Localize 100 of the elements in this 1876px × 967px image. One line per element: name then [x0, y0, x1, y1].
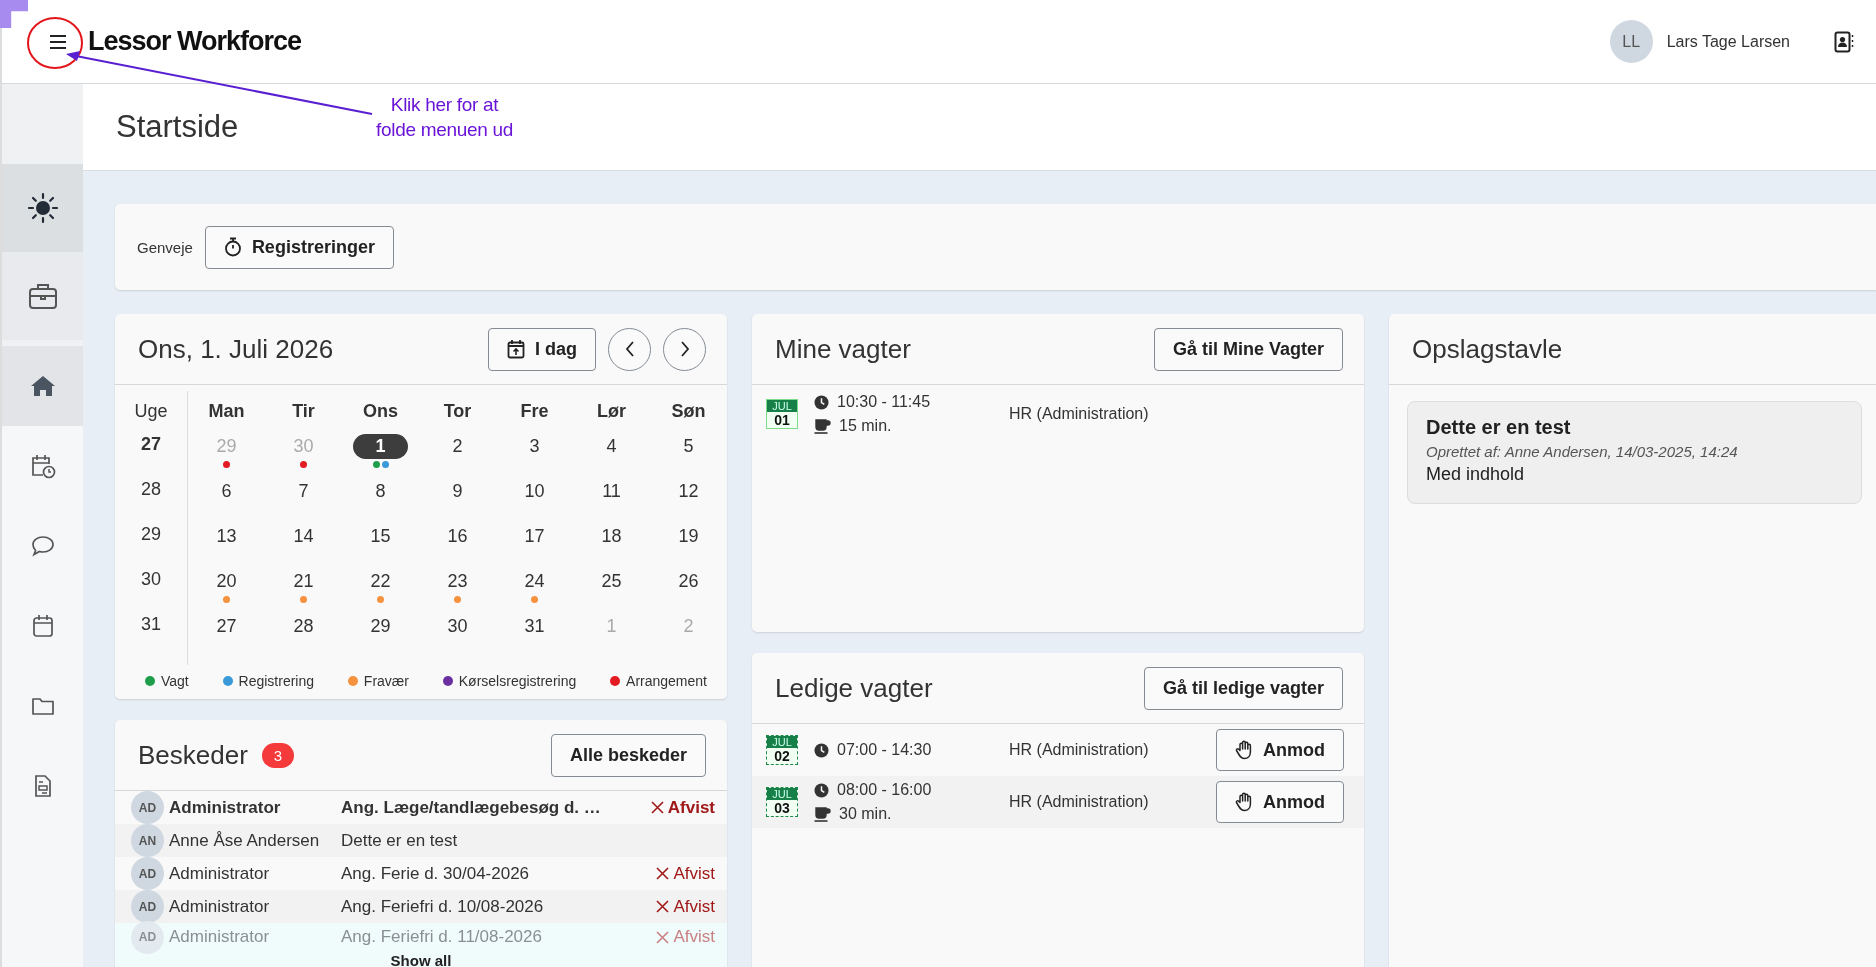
- request-button[interactable]: Anmod: [1216, 781, 1344, 823]
- calendar-day[interactable]: 20: [199, 569, 254, 594]
- date-badge: JUL 02: [766, 735, 798, 765]
- calendar-icon: [31, 614, 54, 638]
- shift-time: 08:00 - 16:00: [837, 781, 932, 799]
- week-number: 31: [141, 614, 161, 635]
- close-icon: [650, 801, 664, 814]
- sender-avatar: AD: [131, 890, 164, 923]
- break-duration: 30 min.: [839, 805, 892, 823]
- calendar-day[interactable]: 25: [584, 569, 639, 594]
- calendar-day[interactable]: 6: [199, 479, 254, 504]
- message-row[interactable]: AD Administrator Ang. Feriefri d. 10/08-2026 Afvist: [115, 890, 727, 923]
- calendar-day[interactable]: 8: [353, 479, 408, 504]
- calendar-day[interactable]: 1: [353, 434, 408, 459]
- sender-avatar: AD: [131, 857, 164, 890]
- calendar-day[interactable]: 10: [507, 479, 562, 504]
- chevron-right-icon: [679, 341, 690, 357]
- chevron-left-icon: [624, 341, 635, 357]
- calendar-day[interactable]: 16: [430, 524, 485, 549]
- home-icon: [29, 374, 56, 398]
- message-row[interactable]: AD Administrator Ang. Læge/tandlægebesøg d. … Afvist: [115, 791, 727, 824]
- open-shifts-title: Ledige vagter: [775, 672, 933, 704]
- calendar-day[interactable]: 15: [353, 524, 408, 549]
- sidebar-item[interactable]: [2, 346, 83, 426]
- calendar-day[interactable]: 12: [661, 479, 716, 504]
- chat-bubble-icon: [30, 535, 55, 557]
- calendar-day[interactable]: 29: [353, 614, 408, 639]
- message-subject: Ang. Ferie d. 30/04-2026: [341, 863, 531, 884]
- sender-name: Administrator: [169, 797, 282, 818]
- calendar-day[interactable]: 23: [430, 569, 485, 594]
- message-row[interactable]: AN Anne Åse Andersen Dette er en test: [115, 824, 727, 857]
- calendar-day[interactable]: 13: [199, 524, 254, 549]
- next-button[interactable]: [663, 327, 706, 371]
- calendar-day[interactable]: 18: [584, 524, 639, 549]
- highlight-circle: [27, 17, 83, 69]
- message-row[interactable]: AD Administrator Ang. Ferie d. 30/04-2026 Afvist: [115, 857, 727, 890]
- user-name[interactable]: Lars Tage Larsen: [1666, 32, 1790, 51]
- calendar-title: Ons, 1. Juli 2026: [138, 333, 334, 365]
- calendar-day[interactable]: 26: [661, 569, 716, 594]
- sender-avatar: AN: [131, 824, 164, 857]
- calendar-day[interactable]: 19: [661, 524, 716, 549]
- app-logo: Lessor Workforce: [88, 26, 302, 57]
- calendar-day[interactable]: 27: [199, 614, 254, 639]
- sender-avatar: AD: [131, 791, 164, 824]
- calendar-day[interactable]: 9: [430, 479, 485, 504]
- sidebar-item[interactable]: [2, 252, 83, 340]
- weekday-label: Tir: [291, 399, 316, 423]
- user-avatar[interactable]: LL: [1609, 20, 1653, 63]
- calendar-day[interactable]: 17: [507, 524, 562, 549]
- calendar-day[interactable]: 22: [353, 569, 408, 594]
- request-button[interactable]: Anmod: [1216, 729, 1344, 771]
- calendar-day[interactable]: 14: [276, 524, 331, 549]
- calendar-day[interactable]: 11: [584, 479, 639, 504]
- message-subject: Dette er en test: [341, 830, 459, 851]
- calendar-day[interactable]: 31: [507, 614, 562, 639]
- clock-icon: [814, 782, 829, 798]
- status-label: Afvist: [673, 927, 715, 947]
- page-title: Startside: [116, 109, 239, 145]
- show-all-link[interactable]: Show all: [390, 952, 452, 967]
- calendar-day[interactable]: 21: [276, 569, 331, 594]
- my-shifts-button[interactable]: Gå til Mine Vagter: [1153, 327, 1343, 371]
- calendar-day[interactable]: 5: [661, 434, 716, 459]
- calendar-day[interactable]: 28: [276, 614, 331, 639]
- sender-name: Anne Åse Andersen: [169, 830, 321, 851]
- open-shifts-button[interactable]: Gå til ledige vagter: [1143, 666, 1343, 710]
- unread-count-badge: 3: [261, 742, 295, 768]
- menu-icon: [48, 33, 68, 50]
- calendar-day[interactable]: 4: [584, 434, 639, 459]
- sender-name: Administrator: [169, 896, 271, 917]
- sun-icon: [26, 192, 59, 224]
- date-badge: JUL 03: [766, 787, 798, 817]
- briefcase-icon: [27, 282, 58, 310]
- sidebar-item[interactable]: [2, 164, 83, 252]
- calendar-day[interactable]: 30: [430, 614, 485, 639]
- week-number: 28: [141, 479, 161, 500]
- weekday-label: Ons: [362, 399, 399, 423]
- calendar-day[interactable]: 3: [507, 434, 562, 459]
- weekday-label: Fre: [519, 399, 550, 423]
- contact-card-icon[interactable]: [1834, 30, 1854, 53]
- message-subject: Ang. Feriefri d. 11/08-2026: [341, 927, 543, 947]
- post-title: Dette er en test: [1426, 416, 1572, 439]
- calendar-day[interactable]: 24: [507, 569, 562, 594]
- bulletin-post[interactable]: Dette er en test Oprettet af: Anne Andersen, 14/03-2025, 14:24 Med indhold: [1407, 401, 1862, 504]
- shortcut-button[interactable]: Registreringer: [204, 225, 394, 269]
- document-icon: [32, 774, 53, 798]
- all-messages-button[interactable]: Alle beskeder: [550, 733, 706, 777]
- calendar-day[interactable]: 7: [276, 479, 331, 504]
- weekday-label: Søn: [670, 399, 707, 423]
- bulletin-board-title: Opslagstavle: [1412, 333, 1563, 365]
- legend-label: Arrangement: [626, 673, 707, 689]
- post-body: Med indhold: [1426, 464, 1526, 485]
- week-number: 30: [141, 569, 161, 590]
- message-subject: Ang. Feriefri d. 10/08-2026: [341, 896, 545, 917]
- weekday-label: Tor: [442, 399, 473, 423]
- calendar-day[interactable]: 2: [430, 434, 485, 459]
- sender-name: Administrator: [169, 863, 271, 884]
- previous-button[interactable]: [608, 327, 651, 371]
- my-shifts-title: Mine vagter: [775, 333, 911, 365]
- today-button[interactable]: I dag: [488, 327, 596, 371]
- folder-icon: [30, 696, 55, 716]
